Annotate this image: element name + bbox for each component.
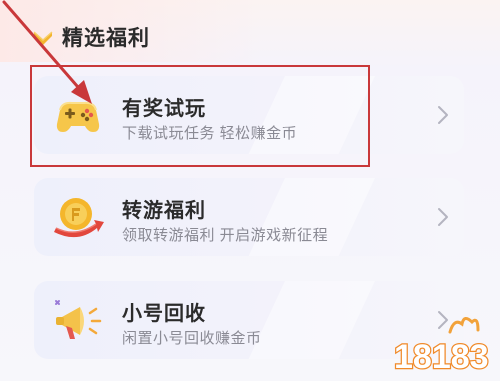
card-title: 小号回收 — [122, 303, 206, 325]
megaphone-icon — [55, 300, 102, 339]
annotation-arrow-icon — [2, 0, 92, 104]
watermark-logo: 18183 — [393, 317, 490, 377]
card-transfer-welfare[interactable]: 转游福利 领取转游福利 开启游戏新征程 — [34, 178, 464, 256]
chevron-right-icon[interactable] — [436, 206, 450, 228]
coin-transfer-icon — [54, 198, 104, 238]
chevron-right-icon[interactable] — [436, 104, 450, 126]
welfare-panel: 精选福利 有奖试玩 下载试玩任务 轻松赚金币 转游福利 领取转游福利 开启游戏新… — [0, 0, 500, 381]
watermark-text: 18183 — [394, 338, 489, 376]
card-subtitle: 闲置小号回收赚金币 — [122, 330, 262, 347]
card-subtitle: 领取转游福利 开启游戏新征程 — [122, 227, 329, 244]
card-title: 转游福利 — [122, 200, 206, 222]
